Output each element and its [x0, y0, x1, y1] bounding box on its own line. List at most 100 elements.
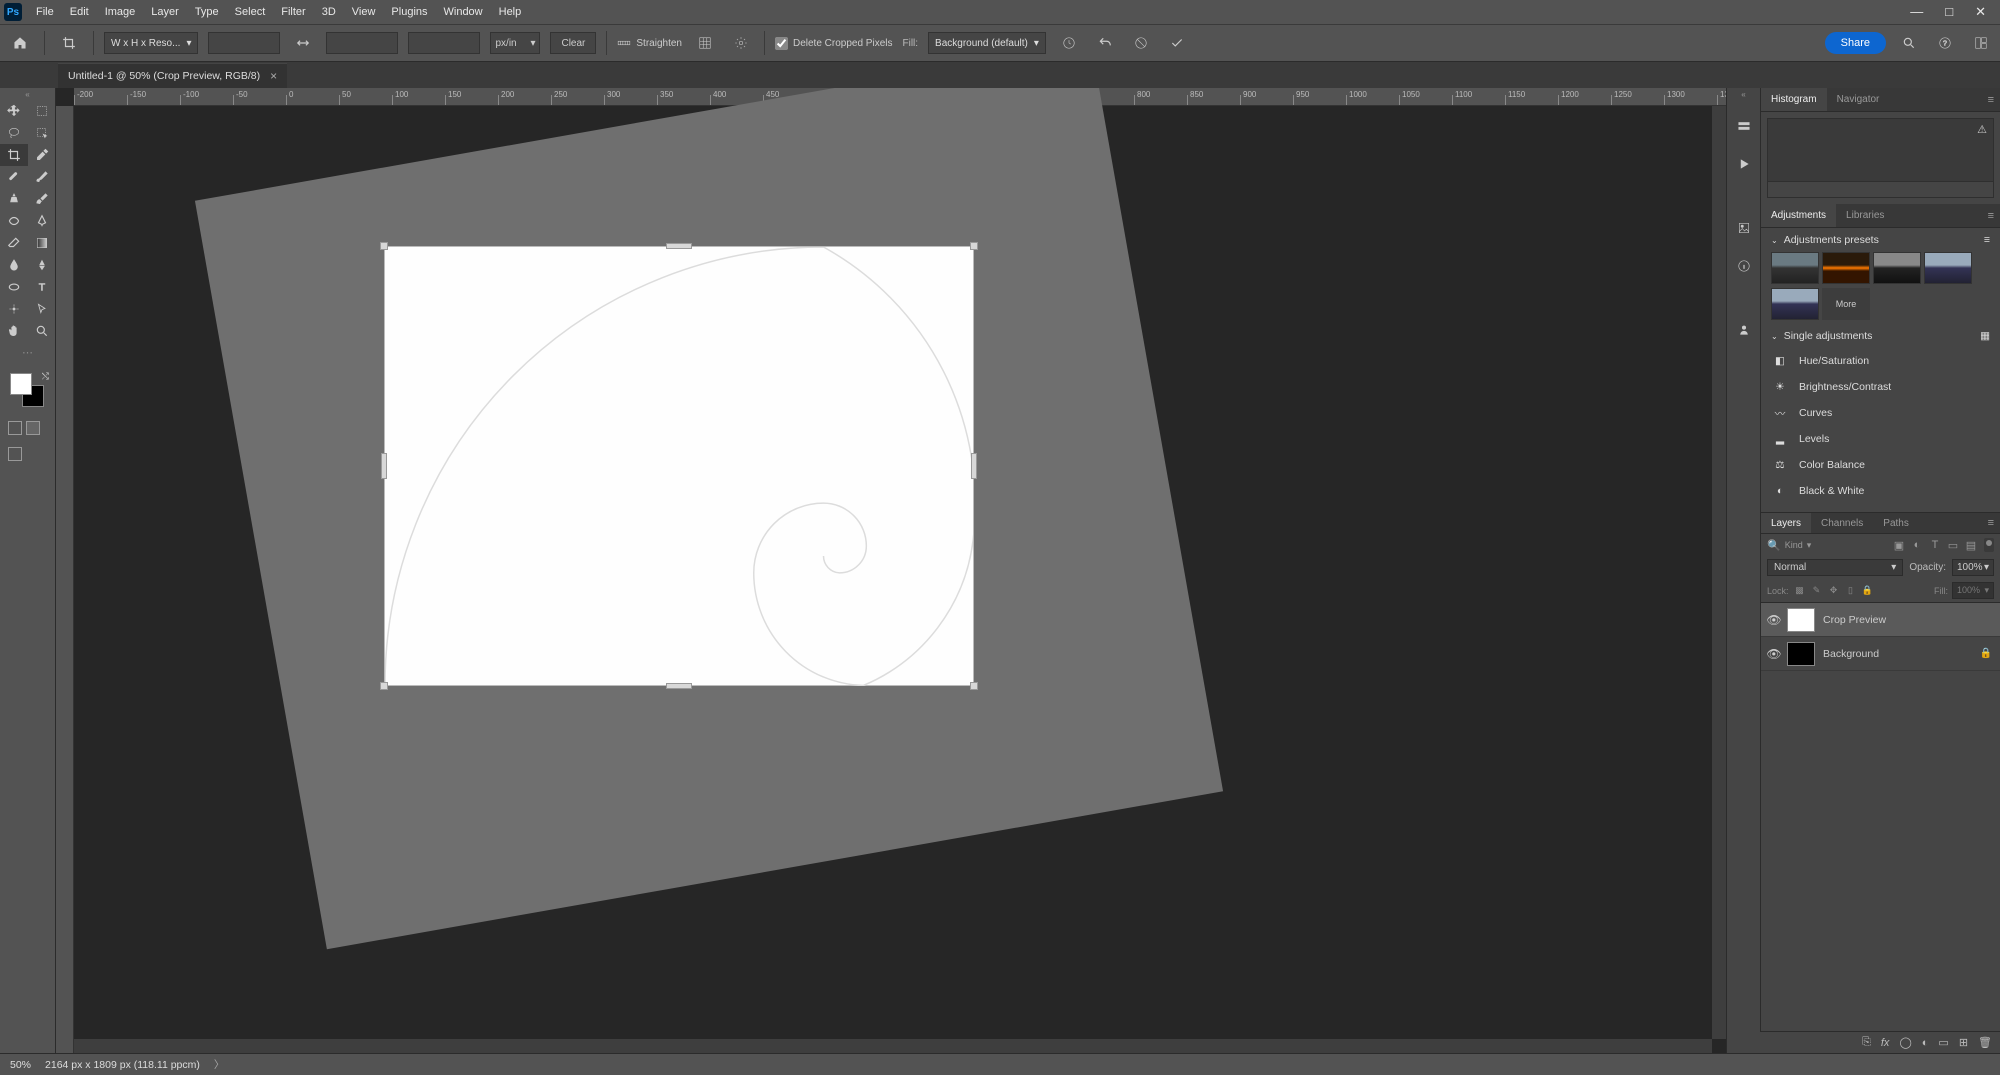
collapse-tools-icon[interactable]: « [0, 90, 55, 100]
tab-channels[interactable]: Channels [1811, 513, 1873, 533]
crop-handle-tl[interactable] [380, 242, 388, 250]
tab-paths[interactable]: Paths [1873, 513, 1919, 533]
filter-type-icon[interactable]: T [1928, 538, 1942, 552]
crop-resolution-input[interactable] [408, 32, 480, 54]
crop-width-input[interactable] [208, 32, 280, 54]
pen-tool[interactable] [28, 210, 56, 232]
menu-plugins[interactable]: Plugins [383, 2, 435, 22]
visibility-toggle-icon[interactable]: 👁 [1761, 647, 1787, 661]
filter-adjustment-icon[interactable]: ◐ [1910, 538, 1924, 552]
single-adjustment-item[interactable]: 〰Curves [1771, 400, 1990, 426]
panel-menu-icon[interactable]: ≡ [1982, 94, 2000, 106]
move-tool[interactable] [0, 100, 28, 122]
history-brush-tool[interactable] [28, 188, 56, 210]
layer-row[interactable]: 👁Background🔒 [1761, 637, 2000, 671]
blend-mode-dropdown[interactable]: Normal▾ [1767, 559, 1903, 576]
commit-crop-icon[interactable] [1164, 30, 1190, 56]
workspace-icon[interactable] [1968, 30, 1994, 56]
type-tool[interactable]: T [28, 276, 56, 298]
preset-thumb[interactable] [1771, 288, 1819, 320]
preset-thumb[interactable] [1924, 252, 1972, 284]
menu-view[interactable]: View [344, 2, 384, 22]
menu-window[interactable]: Window [436, 2, 491, 22]
crop-tool-icon[interactable] [55, 29, 83, 57]
crop-handle-br[interactable] [970, 682, 978, 690]
layer-thumbnail[interactable] [1787, 608, 1815, 632]
canvas-stage[interactable] [74, 106, 1726, 1053]
crop-tool[interactable] [0, 144, 28, 166]
crop-handle-b[interactable] [666, 683, 692, 689]
search-icon[interactable] [1896, 30, 1922, 56]
crop-handle-l[interactable] [381, 453, 387, 479]
window-maximize-icon[interactable]: □ [1945, 4, 1953, 20]
scrollbar-horizontal[interactable] [74, 1039, 1712, 1053]
tab-navigator[interactable]: Navigator [1827, 88, 1890, 111]
ruler-vertical[interactable] [56, 106, 74, 1053]
list-view-icon[interactable]: ≡ [1984, 234, 1990, 246]
lock-pixels-icon[interactable]: ✎ [1810, 584, 1824, 598]
color-swatches[interactable]: ⤭ [0, 371, 55, 415]
crop-handle-tr[interactable] [970, 242, 978, 250]
fill-input[interactable]: 100%▾ [1952, 582, 1994, 599]
tab-histogram[interactable]: Histogram [1761, 88, 1827, 111]
layer-thumbnail[interactable] [1787, 642, 1815, 666]
single-adjustment-item[interactable]: ☀Brightness/Contrast [1771, 374, 1990, 400]
straighten-button[interactable]: Straighten [617, 36, 682, 50]
menu-3d[interactable]: 3D [314, 2, 344, 22]
menu-layer[interactable]: Layer [143, 2, 187, 22]
cancel-crop-icon[interactable] [1128, 30, 1154, 56]
window-minimize-icon[interactable]: — [1910, 4, 1923, 20]
share-button[interactable]: Share [1825, 32, 1886, 54]
undo-icon[interactable] [1092, 30, 1118, 56]
menu-file[interactable]: File [28, 2, 62, 22]
single-adjustment-item[interactable]: ◧Hue/Saturation [1771, 348, 1990, 374]
resolution-unit-dropdown[interactable]: px/in▾ [490, 32, 540, 54]
edit-mode-standard[interactable] [8, 421, 22, 435]
new-layer-icon[interactable]: ⊞ [1959, 1036, 1968, 1049]
crop-handle-bl[interactable] [380, 682, 388, 690]
foreground-color-swatch[interactable] [10, 373, 32, 395]
brush-tool[interactable] [28, 166, 56, 188]
expand-dock-icon[interactable]: « [1741, 90, 1745, 99]
eraser-tool[interactable] [0, 232, 28, 254]
edit-mode-quickmask[interactable] [26, 421, 40, 435]
fill-dropdown[interactable]: Background (default)▾ [928, 32, 1046, 54]
layer-fx-icon[interactable]: fx [1881, 1037, 1890, 1049]
lock-position-icon[interactable]: ✥ [1827, 584, 1841, 598]
delete-cropped-checkbox[interactable]: Delete Cropped Pixels [775, 37, 893, 50]
lock-all-icon[interactable]: 🔒 [1861, 584, 1875, 598]
layer-name[interactable]: Background [1823, 648, 1879, 660]
preset-thumb[interactable] [1822, 252, 1870, 284]
lock-artboard-icon[interactable]: ▯ [1844, 584, 1858, 598]
menu-filter[interactable]: Filter [273, 2, 313, 22]
shape-tool[interactable] [0, 276, 28, 298]
swap-dimensions-icon[interactable] [290, 30, 316, 56]
menu-help[interactable]: Help [491, 2, 530, 22]
menu-edit[interactable]: Edit [62, 2, 97, 22]
dock-character-icon[interactable] [1733, 319, 1755, 341]
layer-row[interactable]: 👁 Crop Preview [1761, 603, 2000, 637]
dodge-tool[interactable] [28, 254, 56, 276]
scrollbar-vertical[interactable] [1712, 106, 1726, 1039]
layer-name[interactable]: Crop Preview [1823, 614, 1886, 626]
overlay-options-icon[interactable] [692, 30, 718, 56]
swap-colors-icon[interactable]: ⤭ [42, 371, 49, 382]
new-group-icon[interactable]: ▭ [1938, 1036, 1948, 1049]
dock-image-icon[interactable] [1733, 217, 1755, 239]
filter-shape-icon[interactable]: ▭ [1946, 538, 1960, 552]
delete-layer-icon[interactable]: 🗑 [1978, 1036, 1992, 1049]
home-icon[interactable] [6, 29, 34, 57]
marquee-tool[interactable] [28, 100, 56, 122]
visibility-toggle-icon[interactable]: 👁 [1761, 613, 1787, 627]
filter-pixel-icon[interactable]: ▣ [1892, 538, 1906, 552]
path-select-tool[interactable] [0, 298, 28, 320]
layer-mask-icon[interactable]: ◯ [1899, 1036, 1911, 1049]
clear-button[interactable]: Clear [550, 32, 596, 54]
close-tab-icon[interactable]: × [270, 69, 277, 83]
single-adjustment-item[interactable]: ◐Black & White [1771, 478, 1990, 504]
menu-select[interactable]: Select [227, 2, 274, 22]
quick-select-tool[interactable] [28, 122, 56, 144]
zoom-level[interactable]: 50% [10, 1059, 31, 1071]
preset-more-button[interactable]: More [1822, 288, 1870, 320]
window-close-icon[interactable]: ✕ [1975, 4, 1986, 20]
